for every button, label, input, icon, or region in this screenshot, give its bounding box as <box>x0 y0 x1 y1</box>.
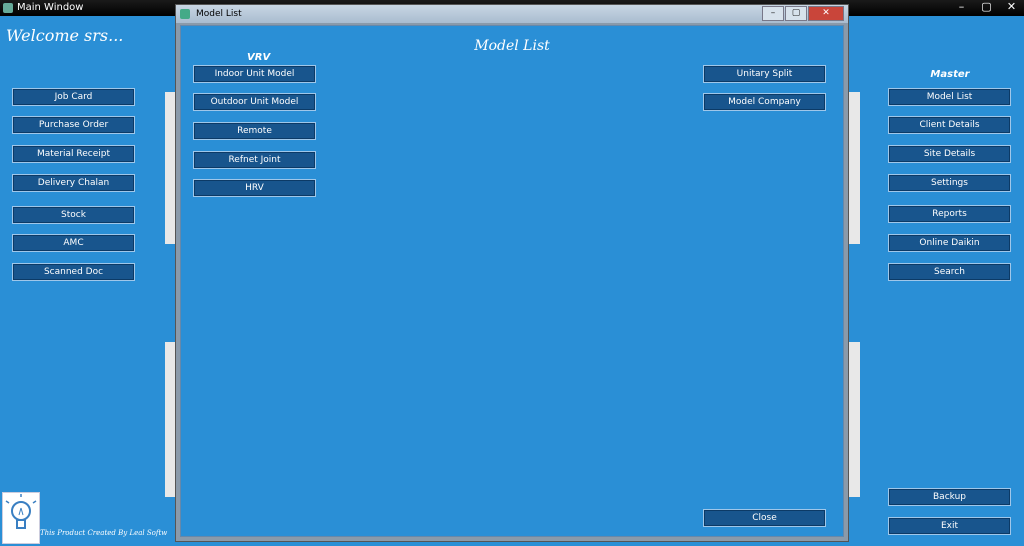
material-receipt-button[interactable]: Material Receipt <box>12 145 135 163</box>
model-list-titlebar: Model List – ▢ ✕ <box>176 5 848 23</box>
model-list-button[interactable]: Model List <box>888 88 1011 106</box>
minimize-icon[interactable]: – <box>949 0 974 16</box>
backup-button[interactable]: Backup <box>888 488 1011 506</box>
footer-credit-text: This Product Created By Leal Softw <box>40 529 168 537</box>
master-heading: Master <box>930 69 970 80</box>
background-panel-right-top <box>848 92 860 244</box>
background-panel-right-bottom <box>848 342 860 497</box>
exit-button[interactable]: Exit <box>888 517 1011 535</box>
unitary-split-button[interactable]: Unitary Split <box>703 65 826 83</box>
minimize-icon[interactable]: – <box>762 6 784 21</box>
main-window-controls: – ▢ ✕ <box>949 0 1024 16</box>
model-list-window: Model List – ▢ ✕ Model List VRV Indoor U… <box>175 4 849 542</box>
remote-button[interactable]: Remote <box>193 122 316 140</box>
purchase-order-button[interactable]: Purchase Order <box>12 116 135 134</box>
main-window-title: Main Window <box>17 2 84 13</box>
close-button[interactable]: Close <box>703 509 826 527</box>
close-icon[interactable]: ✕ <box>999 0 1024 16</box>
model-list-body: Model List VRV Indoor Unit Model Outdoor… <box>180 25 844 537</box>
site-details-button[interactable]: Site Details <box>888 145 1011 163</box>
refnet-joint-button[interactable]: Refnet Joint <box>193 151 316 169</box>
settings-button[interactable]: Settings <box>888 174 1011 192</box>
reports-button[interactable]: Reports <box>888 205 1011 223</box>
model-list-window-controls: – ▢ ✕ <box>762 6 844 21</box>
stock-button[interactable]: Stock <box>12 206 135 224</box>
scanned-doc-button[interactable]: Scanned Doc <box>12 263 135 281</box>
amc-button[interactable]: AMC <box>12 234 135 252</box>
job-card-button[interactable]: Job Card <box>12 88 135 106</box>
welcome-text: Welcome srs... <box>6 26 124 45</box>
outdoor-unit-model-button[interactable]: Outdoor Unit Model <box>193 93 316 111</box>
online-daikin-button[interactable]: Online Daikin <box>888 234 1011 252</box>
model-list-window-title: Model List <box>196 9 242 19</box>
model-list-heading: Model List <box>474 38 550 54</box>
hrv-button[interactable]: HRV <box>193 179 316 197</box>
maximize-icon[interactable]: ▢ <box>785 6 807 21</box>
maximize-icon[interactable]: ▢ <box>974 0 999 16</box>
close-icon[interactable]: ✕ <box>808 6 844 21</box>
window-icon <box>180 9 190 19</box>
vrv-heading: VRV <box>247 52 271 63</box>
indoor-unit-model-button[interactable]: Indoor Unit Model <box>193 65 316 83</box>
delivery-chalan-button[interactable]: Delivery Chalan <box>12 174 135 192</box>
client-details-button[interactable]: Client Details <box>888 116 1011 134</box>
search-button[interactable]: Search <box>888 263 1011 281</box>
lightbulb-icon <box>5 494 37 529</box>
lightbulb-logo <box>2 492 40 544</box>
model-company-button[interactable]: Model Company <box>703 93 826 111</box>
app-icon <box>3 3 13 13</box>
